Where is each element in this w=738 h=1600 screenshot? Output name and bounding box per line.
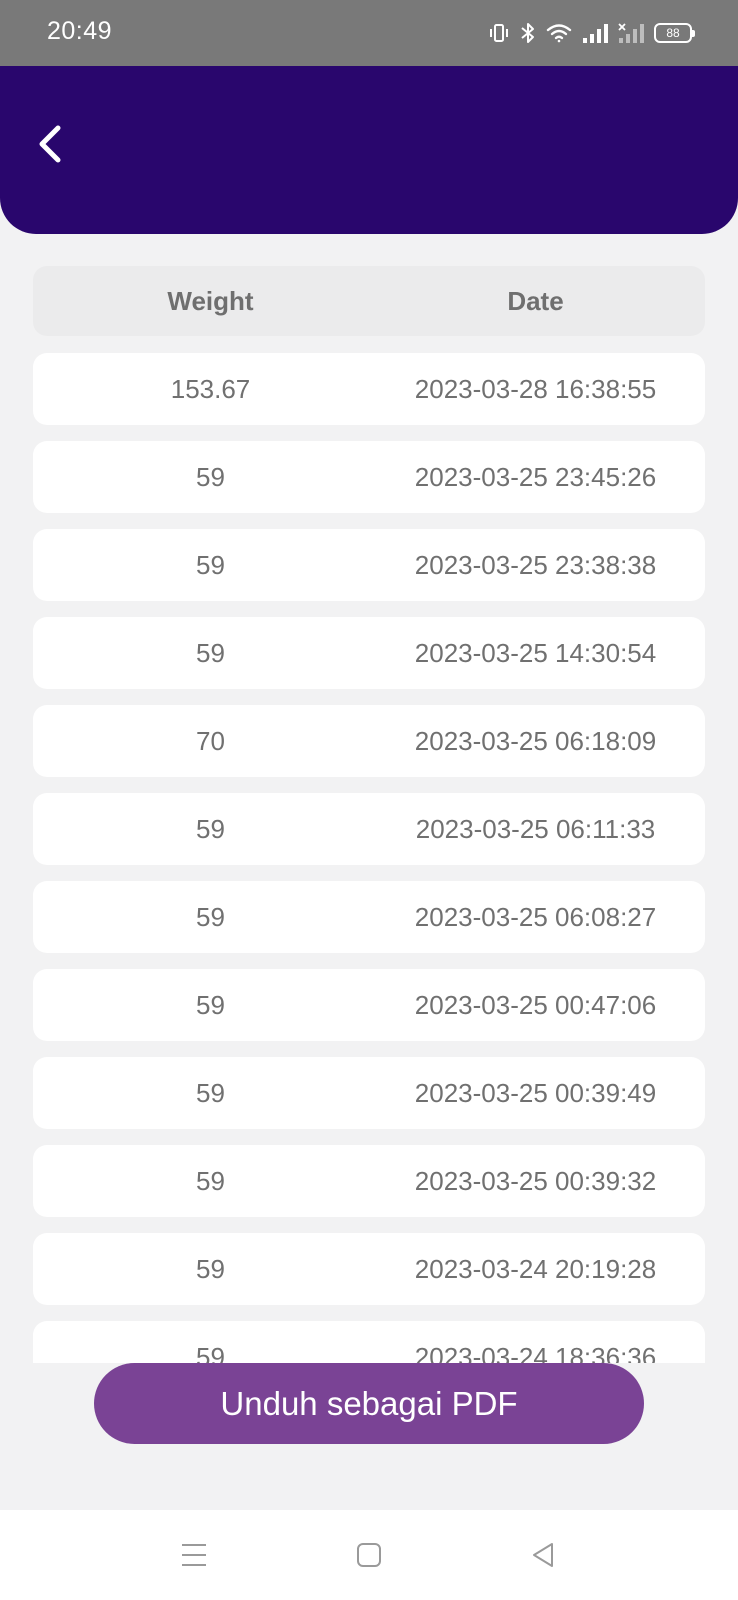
table-row[interactable]: 59 2023-03-25 00:47:06 [33, 969, 705, 1041]
recent-apps-button[interactable] [169, 1532, 219, 1582]
wifi-icon [546, 23, 572, 43]
date-cell: 2023-03-25 23:38:38 [414, 549, 657, 580]
app-header [0, 66, 738, 234]
table-row[interactable]: 59 2023-03-25 00:39:49 [33, 1057, 705, 1129]
weight-cell: 59 [196, 549, 225, 580]
weight-cell: 59 [196, 1253, 225, 1284]
date-cell: 2023-03-24 18:36:36 [414, 1341, 657, 1364]
table-row[interactable]: 59 2023-03-25 06:08:27 [33, 881, 705, 953]
table-row[interactable]: 59 2023-03-25 06:11:33 [33, 793, 705, 865]
chevron-left-icon [37, 124, 63, 169]
no-signal-icon [618, 22, 644, 44]
column-header-weight: Weight [167, 285, 254, 316]
date-cell: 2023-03-25 00:39:49 [414, 1077, 657, 1108]
battery-level: 88 [666, 26, 680, 40]
weight-cell: 59 [196, 1341, 225, 1364]
date-cell: 2023-03-25 06:18:09 [414, 725, 657, 756]
column-header-date: Date [507, 285, 564, 316]
table-header: Weight Date [33, 266, 705, 336]
battery-icon: 88 [654, 23, 695, 43]
bluetooth-icon [520, 22, 536, 44]
status-icons: 88 [488, 18, 695, 48]
table-row[interactable]: 153.67 2023-03-28 16:38:55 [33, 353, 705, 425]
home-button[interactable] [344, 1532, 394, 1582]
weight-cell: 59 [196, 901, 225, 932]
back-button[interactable] [30, 124, 70, 168]
signal-icon [582, 22, 608, 44]
date-cell: 2023-03-24 20:19:28 [414, 1253, 657, 1284]
weight-cell: 59 [196, 989, 225, 1020]
date-cell: 2023-03-25 00:47:06 [414, 989, 657, 1020]
table-row[interactable]: 59 2023-03-24 20:19:28 [33, 1233, 705, 1305]
date-cell: 2023-03-28 16:38:55 [414, 373, 657, 404]
weight-cell: 70 [196, 725, 225, 756]
weight-cell: 59 [196, 1165, 225, 1196]
weight-cell: 153.67 [170, 373, 251, 404]
menu-icon [180, 1542, 208, 1573]
weight-cell: 59 [196, 637, 225, 668]
vibrate-icon [488, 22, 510, 44]
table-row[interactable]: 59 2023-03-25 14:30:54 [33, 617, 705, 689]
weight-history-list[interactable]: 153.67 2023-03-28 16:38:55 59 2023-03-25 23… [33, 353, 705, 1363]
status-time: 20:49 [47, 17, 113, 45]
date-cell: 2023-03-25 14:30:54 [414, 637, 657, 668]
back-icon [531, 1542, 555, 1573]
home-icon [356, 1542, 382, 1573]
system-back-button[interactable] [518, 1532, 568, 1582]
date-cell: 2023-03-25 23:45:26 [414, 461, 657, 492]
weight-cell: 59 [196, 1077, 225, 1108]
date-cell: 2023-03-25 06:08:27 [414, 901, 657, 932]
system-nav-bar [0, 1510, 738, 1600]
table-row[interactable]: 59 2023-03-25 23:45:26 [33, 441, 705, 513]
date-cell: 2023-03-25 06:11:33 [415, 813, 656, 844]
download-pdf-button[interactable]: Unduh sebagai PDF [94, 1363, 644, 1444]
status-bar: 20:49 88 [0, 0, 738, 66]
weight-cell: 59 [196, 813, 225, 844]
table-row[interactable]: 70 2023-03-25 06:18:09 [33, 705, 705, 777]
weight-cell: 59 [196, 461, 225, 492]
date-cell: 2023-03-25 00:39:32 [414, 1165, 657, 1196]
table-row[interactable]: 59 2023-03-24 18:36:36 [33, 1321, 705, 1363]
table-row[interactable]: 59 2023-03-25 00:39:32 [33, 1145, 705, 1217]
table-row[interactable]: 59 2023-03-25 23:38:38 [33, 529, 705, 601]
